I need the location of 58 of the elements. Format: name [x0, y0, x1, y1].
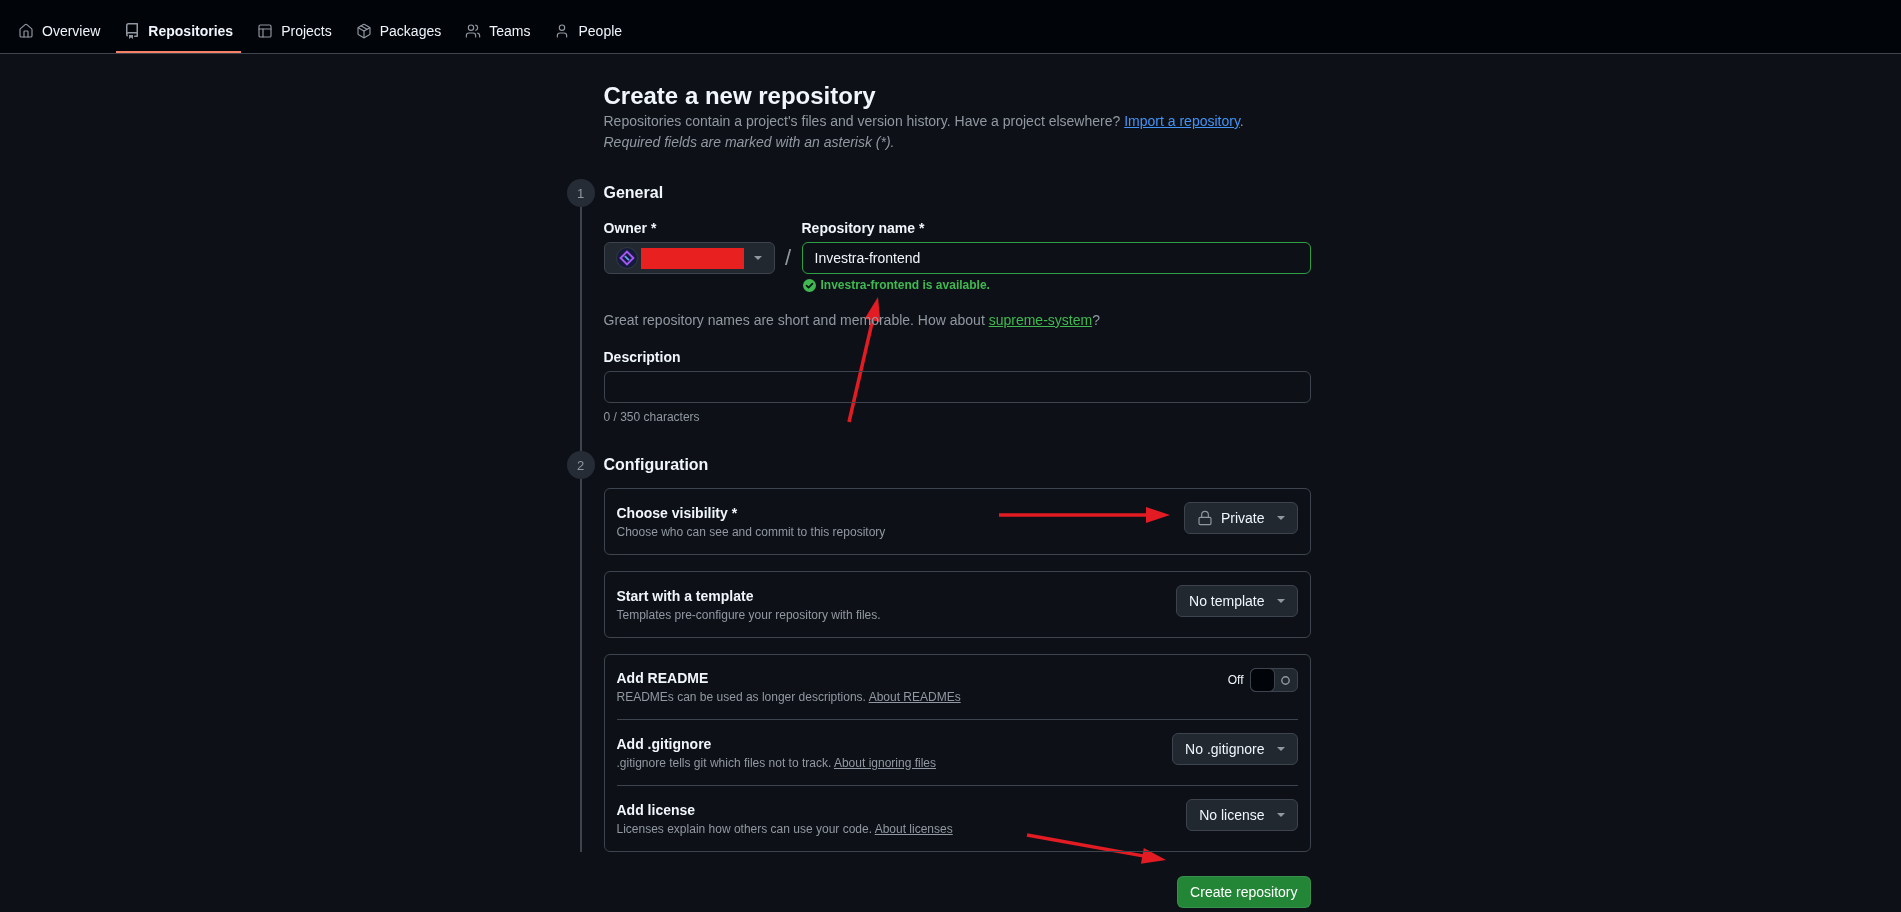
page-title: Create a new repository: [603, 81, 877, 111]
nav-tab[interactable]: Repositories: [116, 8, 242, 53]
step-number: 2: [566, 451, 595, 479]
create-repository-button[interactable]: Create repository: [1177, 876, 1311, 908]
circle-icon: [1280, 675, 1290, 685]
option-title: Choose visibility *: [616, 503, 739, 523]
dropdown-button[interactable]: No .gitignore: [1172, 733, 1298, 765]
step-number: 1: [566, 179, 595, 207]
option-title: Add README: [616, 669, 710, 688]
diamond-logo-icon: [615, 247, 638, 269]
caret-icon: [753, 256, 762, 260]
section-heading: General: [603, 183, 665, 203]
option-description: .gitignore tells git which files not to track. About ignoring files: [616, 754, 936, 772]
repo-name-input[interactable]: Investra-frontend: [801, 242, 1311, 274]
caret-icon: [1276, 516, 1285, 520]
option-description: Choose who can see and commit to this repository: [616, 523, 886, 541]
dropdown-button[interactable]: No template: [1176, 585, 1298, 617]
section-heading: Configuration: [603, 455, 710, 475]
help-link[interactable]: About licenses: [874, 821, 953, 836]
toggle-switch[interactable]: [1249, 668, 1298, 692]
nav-tab[interactable]: Packages: [347, 8, 450, 53]
validation-message: Investra-frontend is available.: [820, 278, 990, 292]
cube-icon: [355, 22, 372, 39]
dropdown-button[interactable]: Private: [1183, 502, 1298, 534]
nav-tab[interactable]: Projects: [249, 8, 340, 53]
check-circle-icon: [802, 278, 816, 292]
table-icon: [257, 22, 274, 39]
caret-icon: [1276, 599, 1285, 603]
owner-select[interactable]: [603, 242, 775, 274]
suggestion-link[interactable]: supreme-system: [988, 312, 1093, 328]
nav-tab[interactable]: Overview: [10, 8, 109, 53]
required-note: Required fields are marked with an asterisk (*).: [603, 133, 896, 152]
import-link[interactable]: Import a repository: [1124, 113, 1240, 129]
character-counter: 0 / 350 characters: [603, 409, 701, 426]
option-title: Add license: [616, 800, 697, 820]
help-link[interactable]: About ignoring files: [833, 755, 936, 770]
field-label: Repository name *: [801, 219, 926, 238]
field-label: Description: [603, 348, 682, 367]
dropdown-button[interactable]: No license: [1186, 799, 1298, 831]
home-icon: [18, 22, 34, 39]
people-icon: [465, 22, 482, 39]
option-description: Templates pre-configure your repository with files.: [616, 606, 881, 624]
option-description: Licenses explain how others can use your code. About licenses: [616, 820, 953, 838]
option-description: READMEs can be used as longer descriptions. About READMEs: [616, 689, 961, 706]
path-separator: /: [783, 244, 793, 272]
option-title: Add .gitignore: [616, 734, 713, 754]
intro-text: Repositories contain a project's files and version history. Have a project elsewhere? Import a repository.: [603, 112, 1245, 131]
nav-tab[interactable]: People: [546, 8, 631, 53]
caret-icon: [1276, 813, 1285, 817]
help-link[interactable]: About READMEs: [868, 690, 961, 704]
book-icon: [124, 22, 141, 39]
caret-icon: [1276, 747, 1285, 751]
field-label: Owner *: [603, 219, 658, 238]
nav-tab[interactable]: Teams: [457, 8, 539, 53]
option-title: Start with a template: [616, 586, 755, 606]
description-input[interactable]: [603, 371, 1311, 403]
toggle-state-label: Off: [1227, 673, 1244, 687]
lock-icon: [1196, 510, 1213, 526]
